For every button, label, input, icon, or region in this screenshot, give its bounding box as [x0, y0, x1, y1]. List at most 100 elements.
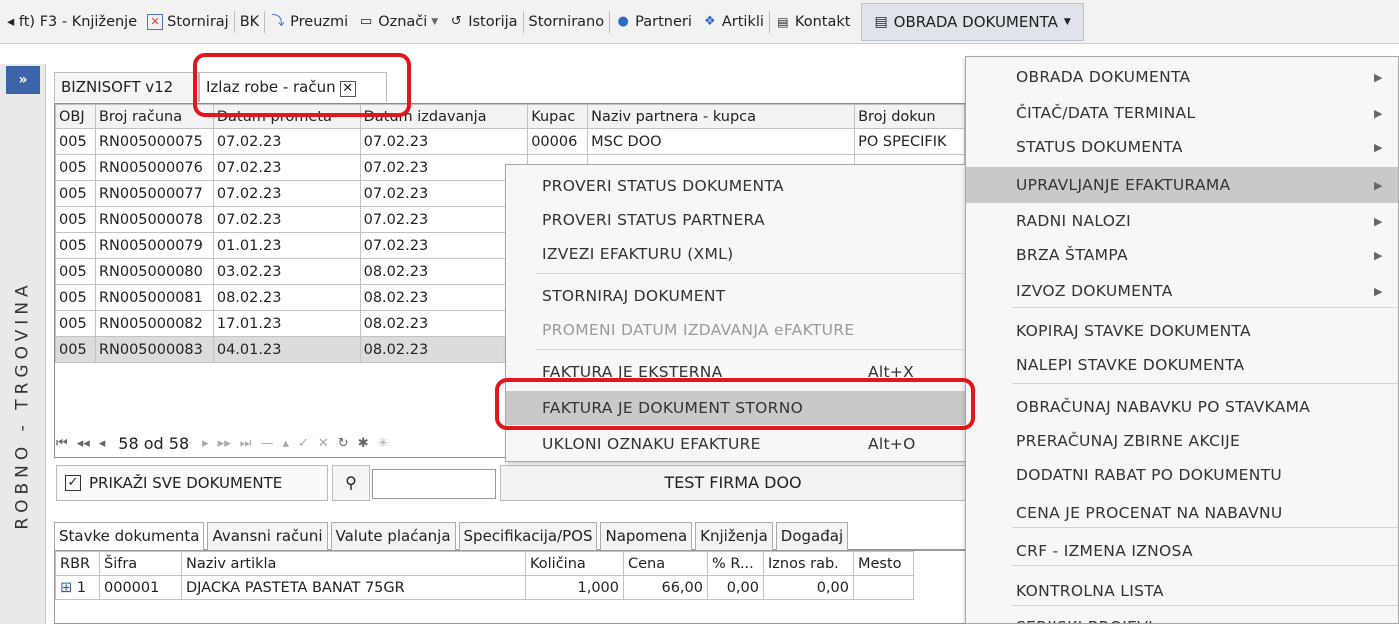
- toolbar-partneri[interactable]: ● Partneri: [610, 7, 697, 37]
- menu-item-radni-nalozi[interactable]: RADNI NALOZI ▶: [966, 203, 1398, 239]
- show-all-documents-checkbox[interactable]: ✓ PRIKAŽI SVE DOKUMENTE: [56, 465, 328, 501]
- tab-napomena[interactable]: Napomena: [600, 522, 693, 550]
- items-column-header[interactable]: % R...: [707, 551, 764, 576]
- toolbar-istorija[interactable]: ↺ Istorija: [443, 7, 522, 37]
- toolbar-oznaci-label: Označi: [378, 13, 428, 30]
- first-record-icon[interactable]: ⏮: [56, 436, 68, 451]
- table-cell: MSC DOO: [587, 128, 856, 155]
- grid-column-header[interactable]: Datum izdavanja: [359, 104, 529, 129]
- menu-item-ukloni-oznaku-efakture[interactable]: UKLONI OZNAKU EFAKTURE Alt+O: [506, 427, 966, 461]
- menu-item-brza-tampa[interactable]: BRZA ŠTAMPA ▶: [966, 237, 1398, 273]
- menu-item-izvoz-dokumenta[interactable]: IZVOZ DOKUMENTA ▶: [966, 273, 1398, 309]
- menu-separator: [536, 273, 964, 274]
- toolbar-bk[interactable]: BK: [235, 7, 264, 37]
- menu-item-cena-je-procenat-na-nabavnu[interactable]: CENA JE PROCENAT NA NABAVNU: [966, 495, 1398, 531]
- tab-izlaz-robe[interactable]: Izlaz robe - račun ✕: [199, 72, 387, 102]
- table-cell: ⊞ 1: [55, 575, 100, 600]
- collapse-sidebar-button[interactable]: »: [6, 66, 40, 94]
- menu-item-prera-unaj-zbirne-akcije[interactable]: PRERAČUNAJ ZBIRNE AKCIJE: [966, 423, 1398, 459]
- table-cell: RN005000079: [94, 232, 214, 259]
- menu-item-status-dokumenta[interactable]: STATUS DOKUMENTA ▶: [966, 129, 1398, 165]
- binoculars-icon[interactable]: ⚲: [332, 465, 370, 501]
- menu-item-proveri-status-partnera[interactable]: PROVERI STATUS PARTNERA: [506, 203, 966, 237]
- detail-tabs: Stavke dokumenta Avansni računi Valute pla…: [54, 522, 966, 550]
- menu-item-kopiraj-stavke-dokumenta[interactable]: KOPIRAJ STAVKE DOKUMENTA: [966, 313, 1398, 349]
- tab-biznisoft[interactable]: BIZNISOFT v12: [54, 72, 199, 102]
- items-column-header[interactable]: Iznos rab.: [763, 551, 854, 576]
- refresh-icon[interactable]: ↻: [338, 436, 349, 451]
- table-row[interactable]: ⊞ 1 000001 DJACKA PASTETA BANAT 75GR 1,000 6…: [55, 575, 914, 600]
- table-cell: 07.02.23: [212, 128, 361, 155]
- close-icon[interactable]: ✕: [339, 81, 356, 97]
- menu-item-faktura-je-eksterna[interactable]: FAKTURA JE EKSTERNA Alt+X: [506, 355, 966, 389]
- toolbar-kontakt[interactable]: ▤ Kontakt: [770, 7, 856, 37]
- prev-page-icon[interactable]: ◂◂: [77, 436, 90, 451]
- menu-item-faktura-je-dokument-storno[interactable]: FAKTURA JE DOKUMENT STORNO: [506, 391, 966, 425]
- toolbar-artikli[interactable]: ❖ Artikli: [697, 7, 769, 37]
- items-column-header[interactable]: Naziv artikla: [181, 551, 526, 576]
- grid-column-header[interactable]: Naziv partnera - kupca: [587, 104, 856, 129]
- items-column-header[interactable]: RBR: [55, 551, 100, 576]
- toolbar-bk-label: BK: [239, 13, 260, 30]
- menu-item-label: STATUS DOKUMENTA: [1016, 138, 1183, 156]
- table-cell: RN005000082: [94, 310, 214, 337]
- menu-item-label: CENA JE PROCENAT NA NABAVNU: [1016, 504, 1283, 522]
- menu-item--ita-data-terminal[interactable]: ČITAČ/DATA TERMINAL ▶: [966, 95, 1398, 131]
- grid-column-header[interactable]: Broj dokun: [854, 104, 965, 129]
- tab-knji-enja[interactable]: Knjiženja: [695, 522, 773, 550]
- menu-item-promeni-datum-izdavanja-efakture[interactable]: PROMENI DATUM IZDAVANJA eFAKTURE: [506, 313, 966, 347]
- delete-record-icon[interactable]: —: [260, 436, 273, 451]
- grid-column-header[interactable]: Broj računa: [94, 104, 214, 129]
- items-column-header[interactable]: Šifra: [99, 551, 182, 576]
- obrada-dokumenta-button[interactable]: ▤ OBRADA DOKUMENTA ▼: [861, 2, 1084, 41]
- toolbar-oznaci[interactable]: ▭ Označi ▼: [353, 7, 443, 37]
- cancel-record-icon[interactable]: ✕: [318, 436, 329, 451]
- toolbar-stornirano[interactable]: Stornirano: [524, 7, 610, 37]
- items-column-header[interactable]: Mesto: [853, 551, 914, 576]
- submenu-arrow-icon: ▶: [1374, 140, 1383, 154]
- next-page-icon[interactable]: ▸▸: [218, 436, 231, 451]
- submenu-arrow-icon: ▶: [1374, 248, 1383, 262]
- grid-column-header[interactable]: Kupac: [527, 104, 589, 129]
- menu-item-kontrolna-lista[interactable]: KONTROLNA LISTA: [966, 573, 1398, 609]
- storno-icon: ✕: [147, 13, 164, 30]
- tab-doga-aj[interactable]: Događaj: [775, 522, 849, 550]
- items-column-header[interactable]: Cena: [623, 551, 708, 576]
- search-input[interactable]: [372, 469, 496, 499]
- menu-item-proveri-status-dokumenta[interactable]: PROVERI STATUS DOKUMENTA: [506, 169, 966, 203]
- menu-item-obra-unaj-nabavku-po-stavkama[interactable]: OBRAČUNAJ NABAVKU PO STAVKAMA: [966, 389, 1398, 425]
- menu-item-upravljanje-efakturama[interactable]: UPRAVLJANJE EFAKTURAMA ▶: [966, 167, 1398, 203]
- tab-specifikacija-pos[interactable]: Specifikacija/POS: [458, 522, 598, 550]
- menu-item-izvezi-efakturu-xml-[interactable]: IZVEZI EFAKTURU (XML): [506, 237, 966, 271]
- menu-item-serijski-brojevi[interactable]: SERIJSKI BROJEVI ▶: [966, 609, 1398, 623]
- toolbar-storniraj[interactable]: ✕ Storniraj: [142, 7, 234, 37]
- grid-column-header[interactable]: Datum prometa: [212, 104, 361, 129]
- table-cell: 04.01.23: [212, 336, 361, 363]
- last-record-icon[interactable]: ⏭: [240, 436, 252, 451]
- bookmark-icon[interactable]: ✱: [358, 436, 369, 451]
- menu-item-obrada-dokumenta[interactable]: OBRADA DOKUMENTA ▶: [966, 59, 1398, 95]
- table-row[interactable]: 005 RN005000075 07.02.23 07.02.23 00006 MSC D…: [55, 128, 965, 155]
- post-record-icon[interactable]: ✓: [298, 436, 309, 451]
- toolbar-knjizenje[interactable]: ◂ ft) F3 - Knjiženje: [2, 7, 142, 37]
- toolbar-preuzmi[interactable]: ⤵ Preuzmi: [265, 7, 353, 37]
- tab-valute-pla-anja[interactable]: Valute plaćanja: [330, 522, 456, 550]
- menu-item-dodatni-rabat-po-dokumentu[interactable]: DODATNI RABAT PO DOKUMENTU: [966, 457, 1398, 493]
- menu-item-crf-izmena-iznosa[interactable]: CRF - IZMENA IZNOSA: [966, 533, 1398, 569]
- next-record-icon[interactable]: ▸: [202, 436, 209, 451]
- edit-record-icon[interactable]: ▴: [282, 436, 289, 451]
- tab-avansni-ra-uni[interactable]: Avansni računi: [207, 522, 328, 550]
- module-vertical-label[interactable]: ROBNO - TRGOVINA: [4, 250, 42, 560]
- grid-column-header[interactable]: OBJ: [55, 104, 96, 129]
- table-cell: 005: [55, 284, 96, 311]
- menu-item-label: FAKTURA JE EKSTERNA: [542, 363, 723, 381]
- items-column-header[interactable]: Količina: [525, 551, 624, 576]
- tab-stavke-dokumenta[interactable]: Stavke dokumenta: [54, 522, 205, 550]
- table-cell: 07.02.23: [212, 154, 361, 181]
- prev-record-icon[interactable]: ◂: [99, 436, 106, 451]
- menu-item-storniraj-dokument[interactable]: STORNIRAJ DOKUMENT: [506, 279, 966, 313]
- menu-separator: [1012, 605, 1398, 606]
- expand-icon[interactable]: ⊞: [60, 580, 77, 596]
- filter-icon[interactable]: ✳: [378, 436, 389, 451]
- menu-item-nalepi-stavke-dokumenta[interactable]: NALEPI STAVKE DOKUMENTA: [966, 347, 1398, 383]
